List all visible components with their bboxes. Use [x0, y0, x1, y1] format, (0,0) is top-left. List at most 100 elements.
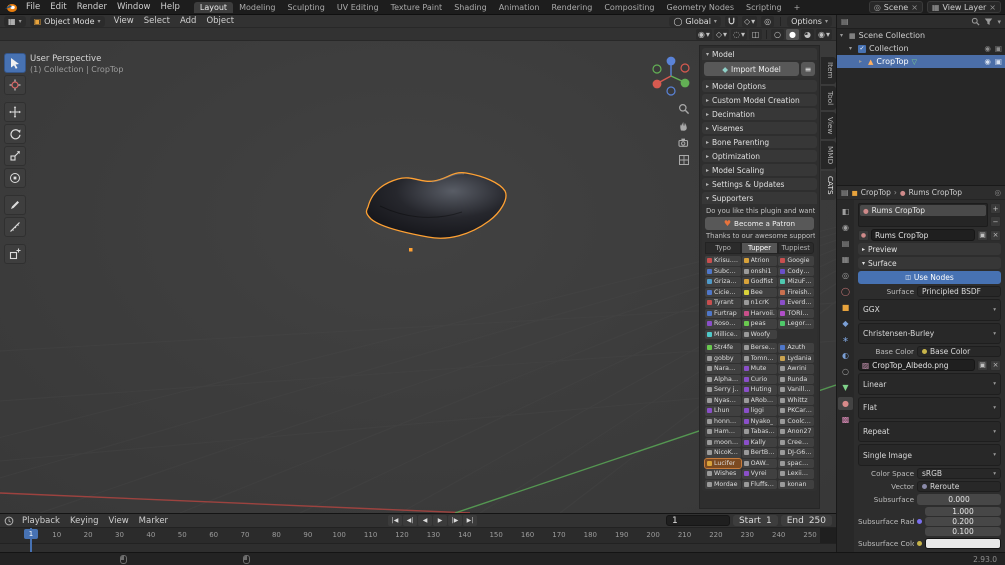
measure-tool[interactable] [4, 217, 26, 237]
supporter-chip[interactable]: Cicieasa [705, 287, 741, 297]
supporter-chip[interactable]: TORINY.. [778, 308, 814, 318]
panel-section-collapsed[interactable]: ▸ Model Scaling [702, 164, 817, 176]
transport-button[interactable]: ▶ [433, 515, 447, 526]
workspace-tab[interactable]: Compositing [598, 2, 660, 13]
end-frame-field[interactable]: End 250 [780, 515, 832, 526]
timeline-editor-icon[interactable] [4, 516, 14, 526]
workspace-tab[interactable]: UV Editing [331, 2, 385, 13]
supporter-chip[interactable]: Curio [741, 374, 778, 384]
blender-logo-icon[interactable] [4, 2, 18, 13]
become-patron-button[interactable]: ♥ Become a Patron [705, 217, 814, 230]
supporter-chip[interactable]: Vyrei [741, 469, 778, 479]
supporter-chip[interactable]: Tyrant [705, 298, 741, 308]
workspace-tab[interactable]: Animation [493, 2, 546, 13]
workspace-tab[interactable]: Scripting [740, 2, 788, 13]
view-layer-unlink-icon[interactable]: × [989, 3, 996, 12]
supporter-chip[interactable]: Millice.. [705, 329, 741, 339]
supporter-chip[interactable]: Str4fe [705, 343, 741, 353]
ortho-grid-icon[interactable] [678, 154, 690, 166]
import-model-button[interactable]: ◆ Import Model [704, 62, 799, 76]
cursor-tool[interactable] [4, 75, 26, 95]
scale-tool[interactable] [4, 146, 26, 166]
tab-constraints[interactable]: ○ [838, 365, 853, 378]
supporter-chip[interactable]: Mute [741, 364, 778, 374]
snap-target-dropdown[interactable]: ◇ ▾ [741, 15, 758, 27]
timeline-menu-item[interactable]: Playback [17, 516, 65, 526]
pan-hand-icon[interactable] [678, 120, 690, 132]
tab-output[interactable]: ▤ [838, 237, 853, 250]
supporter-chip[interactable]: NicoKu.. [705, 448, 741, 458]
gizmo-x-neg[interactable] [680, 63, 690, 73]
interpolation-dropdown[interactable]: Linear ▾ [858, 373, 1001, 396]
remove-slot-button[interactable]: − [990, 216, 1001, 227]
supporter-chip[interactable]: Rosoby.. [705, 319, 741, 329]
panel-section-collapsed[interactable]: ▸ Model Options [702, 80, 817, 92]
disable-render-icon[interactable]: ▣ [995, 44, 1002, 53]
use-nodes-button[interactable]: ◫ Use Nodes [858, 271, 1001, 284]
unlink-image-button[interactable]: × [990, 359, 1001, 371]
start-frame-field[interactable]: Start 1 [732, 515, 778, 526]
surface-shader-dropdown[interactable]: Principled BSDF [917, 286, 1001, 297]
base-color-input[interactable]: Base Color [917, 346, 1001, 358]
color-space-dropdown[interactable]: sRGB ▾ [917, 468, 1001, 480]
workspace-tab[interactable]: Sculpting [281, 2, 330, 13]
move-tool[interactable] [4, 102, 26, 122]
sidebar-tab[interactable]: View [821, 111, 836, 140]
outliner-row-collection[interactable]: ▾ ✓ Collection ◉ ▣ [837, 42, 1005, 55]
overlays-toggle-icon[interactable]: ◌ ▾ [731, 28, 747, 40]
collection-checkbox[interactable]: ✓ [858, 44, 866, 53]
supporter-chip[interactable]: CodysL.. [778, 266, 814, 276]
unlink-material-button[interactable]: × [990, 229, 1001, 241]
properties-editor-icon[interactable]: ▤ [841, 188, 849, 197]
viewport-menu-item[interactable]: Select [139, 16, 175, 26]
supporter-chip[interactable]: Whittz [778, 395, 814, 405]
supporter-chip[interactable]: Godfist [741, 277, 778, 287]
supporter-chip[interactable]: Awrini [778, 364, 814, 374]
panel-section-collapsed[interactable]: ▸ Custom Model Creation [702, 94, 817, 106]
panel-model-header[interactable]: ▾ Model [702, 48, 817, 60]
supporter-chip[interactable]: Krisu.M.. [705, 256, 741, 266]
transform-tool[interactable] [4, 168, 26, 188]
sidebar-tab[interactable]: Item [821, 57, 836, 84]
import-options-menu-button[interactable]: ≡ [801, 62, 815, 76]
supporter-chip[interactable]: Vanilla.. [778, 385, 814, 395]
supporter-chip[interactable]: MizuFox [778, 277, 814, 287]
source-dropdown[interactable]: Single Image ▾ [858, 444, 1001, 467]
supporter-chip[interactable]: honnm.. [705, 416, 741, 426]
current-frame-field[interactable]: 1 [665, 515, 730, 526]
supporter-chip[interactable]: Naranar [705, 364, 741, 374]
annotate-tool[interactable] [4, 195, 26, 215]
supporters-tab[interactable]: Typo [705, 242, 742, 254]
search-icon[interactable] [971, 17, 981, 26]
scene-unlink-icon[interactable]: × [911, 3, 918, 12]
timeline-menu-item[interactable]: Marker [134, 516, 173, 526]
workspace-tab[interactable]: + [788, 2, 807, 13]
sidebar-tab[interactable]: CATS [821, 171, 836, 200]
workspace-tab[interactable]: Layout [193, 1, 234, 13]
workspace-tab[interactable]: Modeling [233, 2, 281, 13]
supporter-chip[interactable]: Anon27 [778, 427, 814, 437]
preview-section-header[interactable]: ▸ Preview [858, 243, 1001, 255]
supporter-chip[interactable]: Bee [741, 287, 778, 297]
options-dropdown[interactable]: Options ▾ [787, 15, 832, 27]
filter-icon[interactable] [984, 17, 993, 26]
supporter-chip[interactable]: Lexii223 [778, 469, 814, 479]
select-box-tool[interactable] [4, 53, 26, 73]
sidebar-tab[interactable]: MMD [821, 141, 836, 170]
supporter-chip[interactable]: Atrion [741, 256, 778, 266]
pin-id-icon[interactable]: ◎ [994, 188, 1001, 197]
supporter-chip[interactable]: Subcom [705, 266, 741, 276]
gizmo-z-neg[interactable] [666, 86, 676, 96]
supporter-chip[interactable]: Azuth [778, 343, 814, 353]
proportional-editing-icon[interactable]: ◎ [761, 15, 775, 27]
radius-value-field[interactable]: 0.100 [925, 527, 1001, 537]
supporter-chip[interactable]: Tabask.. [741, 427, 778, 437]
subsurface-method-dropdown[interactable]: Christensen-Burley ▾ [858, 322, 1001, 345]
tab-render[interactable]: ◉ [838, 221, 853, 234]
outliner-options-icon[interactable]: ▾ [997, 18, 1001, 26]
image-datablock-field[interactable]: ▨ CropTop_Albedo.png [858, 359, 975, 372]
supporter-chip[interactable]: Hamm.. [705, 427, 741, 437]
menu-item[interactable]: Edit [45, 2, 71, 12]
supporter-chip[interactable]: Lydania [778, 353, 814, 363]
view-layer-selector[interactable]: ▦ View Layer × [926, 1, 1001, 13]
